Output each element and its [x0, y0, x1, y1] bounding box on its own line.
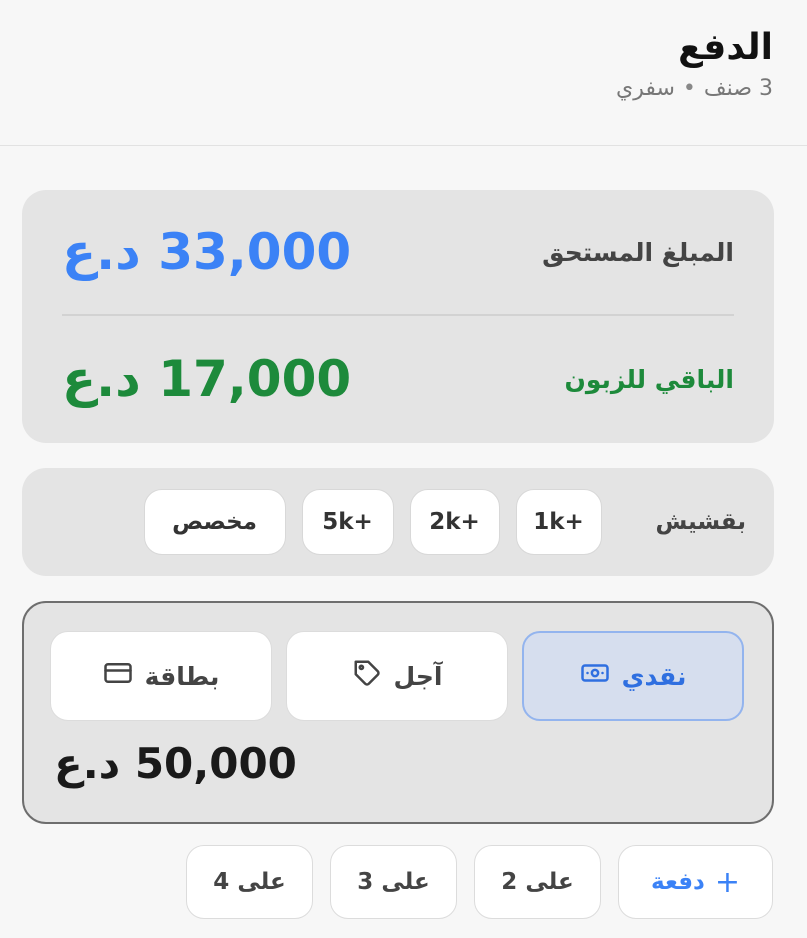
tip-option-custom[interactable]: مخصص	[143, 489, 286, 555]
tip-card: بقشيش +1k +2k +5k مخصص	[22, 468, 774, 576]
tip-option-5k[interactable]: +5k	[301, 489, 394, 555]
add-payment-label: دفعة	[651, 869, 705, 895]
amount-due-row: المبلغ المستحق 33,000 د.ع	[62, 190, 734, 316]
payment-summary-card: المبلغ المستحق 33,000 د.ع الباقي للزبون …	[22, 190, 774, 443]
items-count: 3 صنف	[703, 76, 773, 101]
plus-icon: +	[714, 864, 740, 900]
method-card-label: بطاقة	[144, 661, 220, 691]
change-label: الباقي للزبون	[564, 364, 734, 394]
meta-separator: •	[682, 76, 696, 101]
method-card-button[interactable]: بطاقة	[50, 631, 272, 721]
payment-method-card: نقدي آجل بطاقة 50,000 د.ع	[22, 601, 774, 824]
tip-option-1k[interactable]: +1k	[515, 489, 602, 555]
tip-options: +1k +2k +5k مخصص	[143, 489, 602, 555]
entered-amount[interactable]: 50,000 د.ع	[54, 739, 297, 788]
header: الدفع 3 صنف • سفري	[0, 0, 807, 146]
method-cash-button[interactable]: نقدي	[522, 631, 744, 721]
amount-due-value: 33,000 د.ع	[62, 223, 352, 281]
tip-label: بقشيش	[655, 509, 747, 535]
order-type: سفري	[616, 76, 675, 101]
cash-icon	[580, 658, 610, 694]
page-title: الدفع	[678, 27, 773, 68]
method-credit-label: آجل	[393, 661, 443, 691]
order-meta: 3 صنف • سفري	[34, 76, 773, 101]
add-payment-button[interactable]: + دفعة	[618, 845, 773, 919]
card-icon	[103, 658, 133, 694]
split-by-3-button[interactable]: على 3	[330, 845, 457, 919]
tip-option-2k[interactable]: +2k	[409, 489, 500, 555]
split-payment-row: + دفعة على 2 على 3 على 4	[185, 845, 773, 919]
payment-methods: نقدي آجل بطاقة	[50, 631, 744, 721]
method-cash-label: نقدي	[621, 661, 687, 691]
method-credit-button[interactable]: آجل	[286, 631, 508, 721]
split-by-2-button[interactable]: على 2	[474, 845, 601, 919]
amount-due-label: المبلغ المستحق	[542, 237, 734, 267]
change-value: 17,000 د.ع	[62, 350, 352, 408]
change-row: الباقي للزبون 17,000 د.ع	[62, 316, 734, 442]
tag-icon	[352, 658, 382, 694]
split-by-4-button[interactable]: على 4	[186, 845, 313, 919]
